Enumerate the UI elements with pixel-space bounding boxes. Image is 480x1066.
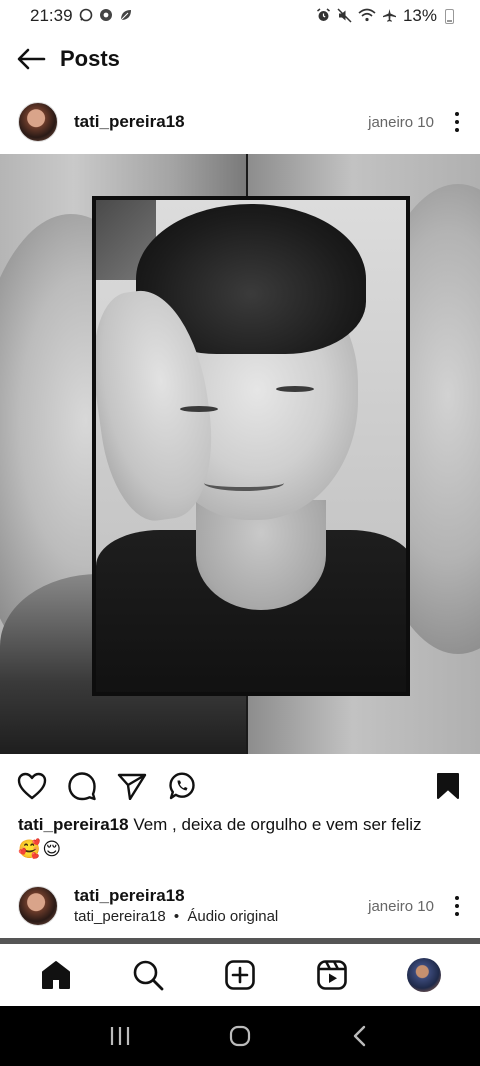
recents-button[interactable]	[96, 1012, 144, 1060]
center-photo-frame	[92, 196, 410, 696]
profile-avatar	[407, 958, 441, 992]
photo-mouth	[204, 475, 284, 491]
mute-icon	[337, 7, 352, 25]
post-actions	[0, 766, 480, 806]
send-icon	[117, 773, 147, 800]
more-dot	[455, 112, 459, 116]
post-caption: tati_pereira18 Vem , deixa de orgulho e …	[18, 812, 468, 862]
audio-username: tati_pereira18	[74, 908, 166, 925]
nav-create-button[interactable]	[216, 951, 264, 999]
bookmark-filled-icon	[437, 773, 459, 799]
nav-home-button[interactable]	[32, 951, 80, 999]
post-header: tati_pereira18 janeiro 10	[0, 100, 480, 144]
system-navigation-bar	[0, 1006, 480, 1066]
comment-icon	[68, 772, 96, 801]
nav-profile-button[interactable]	[400, 951, 448, 999]
status-bar: 21:39 13%	[0, 0, 480, 32]
next-post-username[interactable]: tati_pereira18	[74, 885, 278, 907]
back-chevron-icon	[353, 1025, 366, 1047]
photo-eye-right	[276, 386, 314, 392]
search-icon	[133, 960, 164, 991]
next-post-meta: tati_pereira18 tati_pereira18 • Áudio or…	[74, 885, 278, 927]
battery-percent: 13%	[402, 6, 437, 25]
system-home-button[interactable]	[216, 1012, 264, 1060]
heart-icon	[17, 772, 47, 800]
battery-icon	[445, 8, 454, 24]
audio-separator: •	[173, 908, 180, 925]
top-app-bar: Posts	[0, 36, 480, 82]
home-icon	[42, 961, 70, 989]
whatsapp-share-button[interactable]	[166, 770, 198, 802]
more-dot	[455, 912, 459, 916]
photo-eye-left	[180, 406, 218, 412]
whatsapp-icon	[79, 8, 93, 24]
nav-reels-button[interactable]	[308, 951, 356, 999]
like-button[interactable]	[16, 770, 48, 802]
status-right: 13%	[316, 6, 454, 26]
caption-username[interactable]: tati_pereira18	[18, 815, 129, 834]
more-dot	[455, 896, 459, 900]
leaf-icon	[119, 8, 133, 24]
reels-icon	[317, 960, 347, 990]
back-arrow-icon	[17, 48, 46, 70]
post-username[interactable]: tati_pereira18	[74, 112, 185, 132]
caption-emoji: 🥰😌	[18, 839, 64, 859]
next-post-audio[interactable]: tati_pereira18 • Áudio original	[74, 907, 278, 927]
save-button[interactable]	[432, 770, 464, 802]
comment-button[interactable]	[66, 770, 98, 802]
status-time: 21:39	[30, 6, 73, 25]
system-back-button[interactable]	[336, 1012, 384, 1060]
chrome-icon	[99, 8, 113, 24]
more-options-button[interactable]	[448, 109, 466, 135]
whatsapp-icon	[169, 772, 195, 800]
post-avatar[interactable]	[18, 102, 58, 142]
wifi-icon	[358, 8, 376, 24]
caption-text: Vem , deixa de orgulho e vem ser feliz	[133, 815, 422, 834]
status-left: 21:39	[30, 6, 133, 26]
post-image[interactable]	[0, 154, 480, 754]
post-date: janeiro 10	[368, 113, 434, 131]
bottom-navigation	[0, 944, 480, 1006]
audio-label: Áudio original	[187, 908, 279, 925]
next-post-header: tati_pereira18 tati_pereira18 • Áudio or…	[0, 882, 480, 930]
alarm-icon	[316, 7, 331, 25]
next-post-avatar[interactable]	[18, 886, 58, 926]
recents-icon	[110, 1027, 130, 1045]
page-title: Posts	[60, 46, 120, 71]
more-dot	[455, 128, 459, 132]
next-post-date: janeiro 10	[368, 897, 434, 915]
more-dot	[455, 904, 459, 908]
home-circle-icon	[229, 1025, 251, 1047]
airplane-icon	[382, 8, 397, 25]
more-dot	[455, 120, 459, 124]
next-post-more-button[interactable]	[448, 893, 466, 919]
share-button[interactable]	[116, 770, 148, 802]
back-button[interactable]	[14, 42, 48, 76]
create-icon	[225, 960, 255, 990]
nav-search-button[interactable]	[124, 951, 172, 999]
